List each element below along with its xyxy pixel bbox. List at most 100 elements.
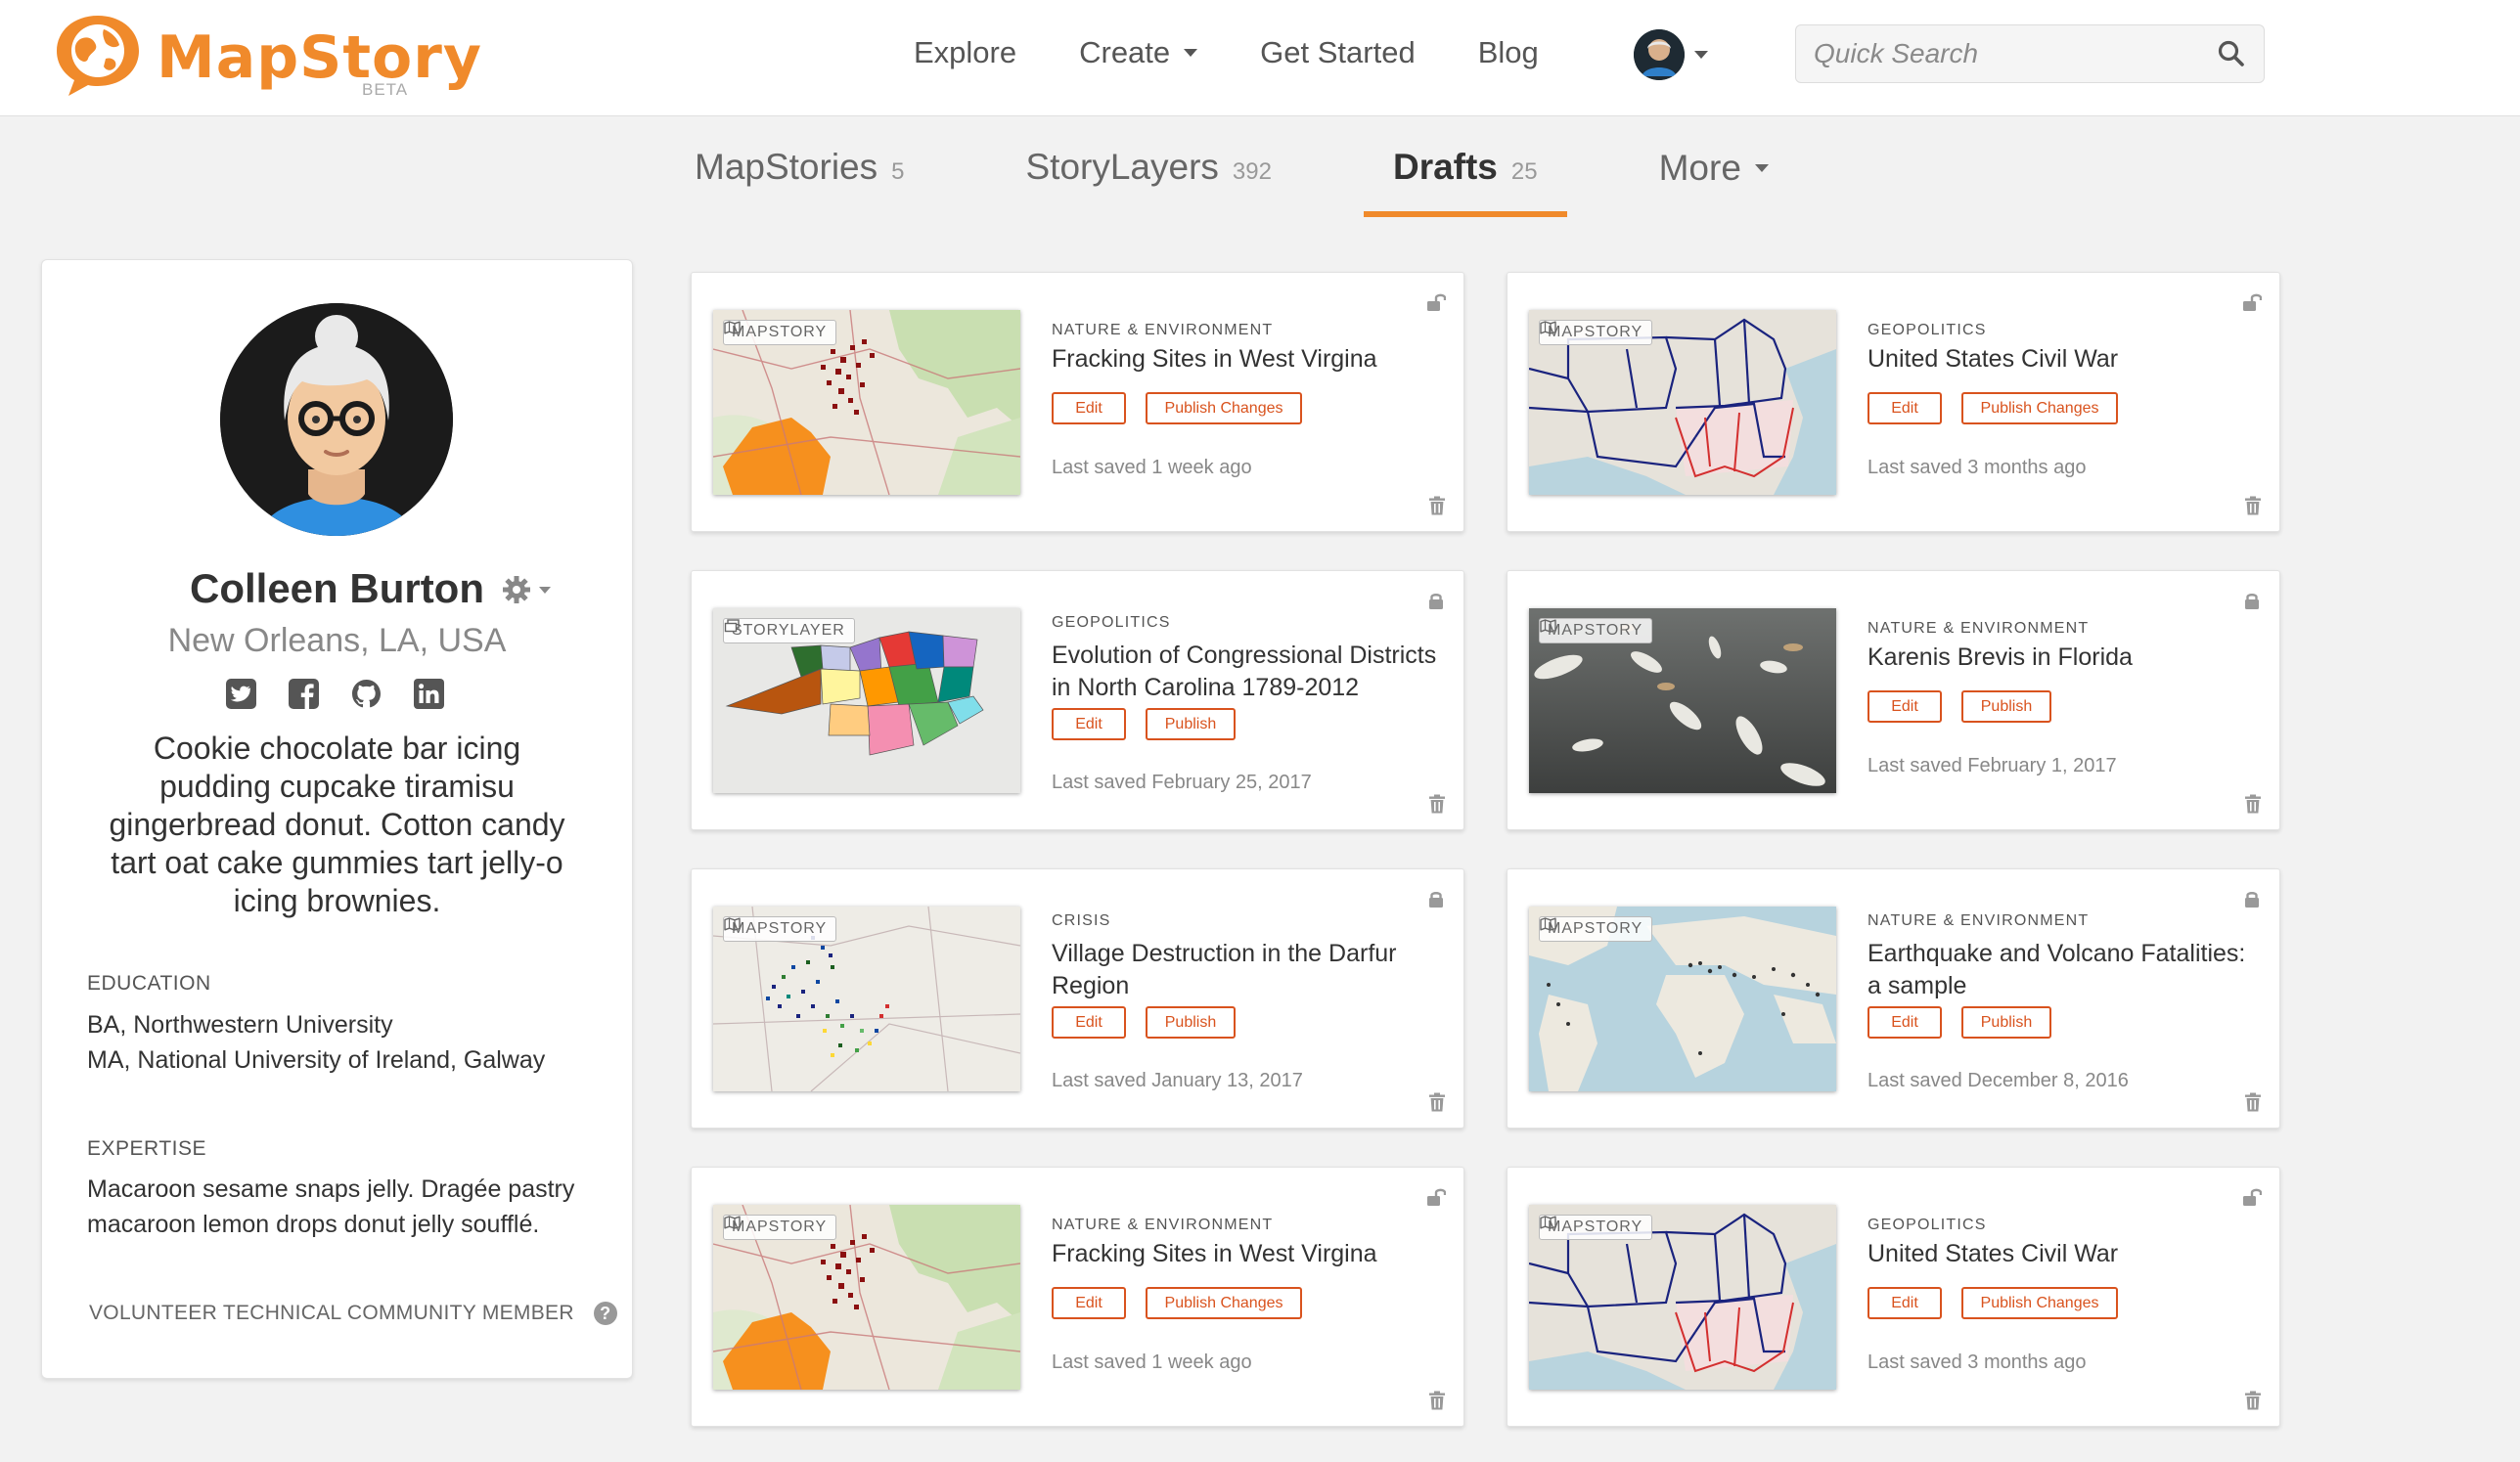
- edit-button[interactable]: Edit: [1052, 1006, 1126, 1039]
- edit-button[interactable]: Edit: [1052, 708, 1126, 740]
- tab-mapstories[interactable]: MapStories 5: [695, 147, 905, 211]
- search-icon[interactable]: [2217, 39, 2246, 68]
- story-thumbnail[interactable]: MAPSTORY: [713, 1205, 1020, 1390]
- tab-count: 5: [891, 158, 905, 185]
- profile-bio: Cookie chocolate bar icing pudding cupca…: [109, 731, 565, 918]
- story-thumbnail[interactable]: MAPSTORY: [713, 907, 1020, 1091]
- story-title[interactable]: Earthquake and Volcano Fatalities: a sam…: [1868, 938, 2254, 1002]
- story-title[interactable]: Fracking Sites in West Virgina: [1052, 343, 1438, 376]
- story-type-badge: STORYLAYER: [723, 618, 855, 643]
- avatar: [1634, 29, 1685, 80]
- story-type-label: MAPSTORY: [1548, 622, 1643, 639]
- nav-blog[interactable]: Blog: [1478, 35, 1539, 70]
- tab-more[interactable]: More: [1659, 147, 1769, 211]
- trash-icon[interactable]: [2244, 1391, 2262, 1410]
- story-thumbnail[interactable]: MAPSTORY: [1529, 608, 1836, 793]
- story-type-badge: MAPSTORY: [1539, 1215, 1653, 1240]
- edit-button[interactable]: Edit: [1868, 392, 1942, 424]
- lock-icon[interactable]: [2242, 591, 2262, 610]
- volunteer-badge: VOLUNTEER TECHNICAL COMMUNITY MEMBER ?: [89, 1302, 617, 1325]
- edit-button[interactable]: Edit: [1052, 392, 1126, 424]
- tab-drafts[interactable]: Drafts 25: [1364, 147, 1567, 217]
- story-thumbnail[interactable]: MAPSTORY: [1529, 907, 1836, 1091]
- story-type-badge: MAPSTORY: [723, 916, 837, 942]
- story-thumbnail[interactable]: MAPSTORY: [1529, 1205, 1836, 1390]
- story-title[interactable]: Evolution of Congressional Districts in …: [1052, 640, 1438, 704]
- tab-storylayers[interactable]: StoryLayers 392: [1026, 147, 1272, 211]
- story-title[interactable]: Karenis Brevis in Florida: [1868, 642, 2254, 674]
- lock-icon[interactable]: [1426, 889, 1446, 908]
- story-type-label: STORYLAYER: [732, 622, 845, 639]
- unlock-icon[interactable]: [2242, 292, 2262, 312]
- tab-label: MapStories: [695, 147, 878, 187]
- nav-explore[interactable]: Explore: [914, 35, 1016, 70]
- trash-icon[interactable]: [1428, 1391, 1446, 1410]
- search-input[interactable]: [1812, 33, 2207, 74]
- tab-label: StoryLayers: [1025, 147, 1219, 187]
- edit-button[interactable]: Edit: [1868, 690, 1942, 723]
- volunteer-label: VOLUNTEER TECHNICAL COMMUNITY MEMBER: [89, 1302, 574, 1324]
- edit-button[interactable]: Edit: [1052, 1287, 1126, 1319]
- story-category: NATURE & ENVIRONMENT: [1052, 322, 1274, 338]
- publish-button[interactable]: Publish: [1961, 1006, 2051, 1039]
- unlock-icon[interactable]: [1426, 1187, 1446, 1207]
- tab-label: Drafts: [1392, 147, 1498, 187]
- story-card: MAPSTORY NATURE & ENVIRONMENT Fracking S…: [691, 1167, 1464, 1427]
- profile-location: New Orleans, LA, USA: [167, 622, 507, 659]
- unlock-icon[interactable]: [2242, 1187, 2262, 1207]
- story-thumbnail[interactable]: MAPSTORY: [713, 310, 1020, 495]
- globe-chat-logo-icon: [57, 16, 139, 96]
- edit-button[interactable]: Edit: [1868, 1287, 1942, 1319]
- publish-button[interactable]: Publish: [1961, 690, 2051, 723]
- trash-icon[interactable]: [2244, 794, 2262, 814]
- story-title[interactable]: United States Civil War: [1868, 1238, 2254, 1270]
- trash-icon[interactable]: [2244, 496, 2262, 515]
- help-icon[interactable]: ?: [593, 1302, 617, 1325]
- story-title[interactable]: Fracking Sites in West Virgina: [1052, 1238, 1438, 1270]
- expertise-heading: EXPERTISE: [87, 1137, 206, 1160]
- publish-button[interactable]: Publish Changes: [1961, 1287, 2118, 1319]
- mapstory-logo[interactable]: MapStory BETA: [49, 8, 481, 106]
- nav-blog-label: Blog: [1477, 35, 1539, 69]
- map-icon: [724, 321, 741, 334]
- story-thumbnail[interactable]: STORYLAYER: [713, 608, 1020, 793]
- lock-icon[interactable]: [1426, 591, 1446, 610]
- trash-icon[interactable]: [1428, 794, 1446, 814]
- edit-button[interactable]: Edit: [1868, 1006, 1942, 1039]
- lock-icon[interactable]: [2242, 889, 2262, 908]
- facebook-icon[interactable]: [289, 679, 319, 709]
- nav-get-started[interactable]: Get Started: [1260, 35, 1416, 70]
- avatar: [220, 303, 453, 536]
- trash-icon[interactable]: [1428, 1092, 1446, 1112]
- chevron-down-icon: [1694, 51, 1708, 59]
- nav-create-label: Create: [1079, 35, 1171, 69]
- trash-icon[interactable]: [2244, 1092, 2262, 1112]
- publish-button[interactable]: Publish Changes: [1146, 1287, 1302, 1319]
- logo-wordmark: MapStory: [157, 23, 482, 92]
- publish-button[interactable]: Publish: [1146, 1006, 1236, 1039]
- gear-icon: [503, 576, 530, 603]
- publish-button[interactable]: Publish: [1146, 708, 1236, 740]
- linkedin-icon[interactable]: [414, 679, 444, 709]
- publish-button[interactable]: Publish Changes: [1146, 392, 1302, 424]
- trash-icon[interactable]: [1428, 496, 1446, 515]
- story-card: MAPSTORY GEOPOLITICS United States Civil…: [1507, 1167, 2280, 1427]
- tab-label: More: [1658, 148, 1741, 188]
- twitter-icon[interactable]: [226, 679, 256, 709]
- story-card: MAPSTORY NATURE & ENVIRONMENT Fracking S…: [691, 272, 1464, 532]
- tab-count: 25: [1510, 158, 1538, 185]
- user-menu[interactable]: [1634, 29, 1708, 80]
- story-card: MAPSTORY GEOPOLITICS United States Civil…: [1507, 272, 2280, 532]
- story-title[interactable]: Village Destruction in the Darfur Region: [1052, 938, 1438, 1002]
- last-saved-text: Last saved December 8, 2016: [1868, 1070, 2129, 1091]
- education-item: BA, Northwestern University: [87, 1011, 393, 1039]
- story-title[interactable]: United States Civil War: [1868, 343, 2254, 376]
- story-thumbnail[interactable]: MAPSTORY: [1529, 310, 1836, 495]
- story-type-label: MAPSTORY: [732, 920, 828, 937]
- github-icon[interactable]: [351, 679, 382, 709]
- publish-button[interactable]: Publish Changes: [1961, 392, 2118, 424]
- story-type-badge: MAPSTORY: [1539, 618, 1653, 643]
- profile-settings-menu[interactable]: [502, 575, 551, 604]
- unlock-icon[interactable]: [1426, 292, 1446, 312]
- nav-create[interactable]: Create: [1079, 35, 1198, 70]
